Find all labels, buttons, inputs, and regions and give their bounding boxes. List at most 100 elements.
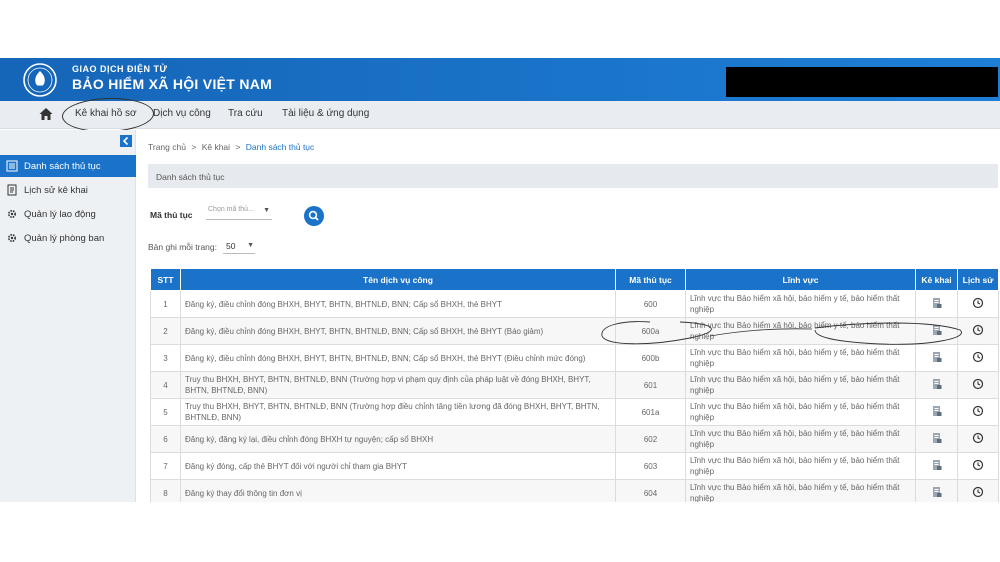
cell-ke-khai-action[interactable] [915,317,958,345]
cell-procedure-code: 600 [615,290,686,318]
col-ke-khai: Kê khai [915,268,958,291]
cell-stt: 3 [150,344,181,372]
records-per-page-value: 50 [226,241,236,251]
cell-field: Lĩnh vực thu Bảo hiểm xã hội, bảo hiểm y… [685,371,916,399]
cell-field: Lĩnh vực thu Bảo hiểm xã hội, bảo hiểm y… [685,452,916,480]
cell-stt: 5 [150,398,181,426]
history-clock-icon[interactable] [972,405,984,417]
col-ma-thu-tuc: Mã thủ tục [615,268,686,291]
cell-service-name[interactable]: Đăng ký, đăng ký lại, điều chỉnh đóng BH… [180,425,616,453]
procedures-table: STT Tên dịch vụ công Mã thủ tục Lĩnh vực… [150,268,999,502]
nav-tra-cuu[interactable]: Tra cứu [228,108,263,119]
declare-doc-icon[interactable] [931,297,943,309]
declare-doc-icon[interactable] [931,324,943,336]
table-row: 2 Đăng ký, điều chỉnh đóng BHXH, BHYT, BH… [150,317,999,345]
cell-stt: 2 [150,317,181,345]
history-clock-icon[interactable] [972,432,984,444]
breadcrumb-separator: > [235,142,241,152]
cell-procedure-code: 602 [615,425,686,453]
sidebar-item-danh-sach-thu-tuc[interactable]: Danh sách thủ tục [0,155,136,177]
nav-dich-vu-cong[interactable]: Dịch vụ công [153,108,211,119]
breadcrumb: Trang chủ > Kê khai > Danh sách thủ tục [148,142,314,152]
cell-service-name[interactable]: Đăng ký thay đổi thông tin đơn vị [180,479,616,502]
declare-doc-icon[interactable] [931,459,943,471]
sidebar: Danh sách thủ tục Lịch sử kê khai Quản l… [0,130,136,502]
gear-icon [7,209,17,219]
cell-history-action[interactable] [957,479,999,502]
cell-history-action[interactable] [957,452,999,480]
history-clock-icon[interactable] [972,297,984,309]
brand-subtitle: GIAO DỊCH ĐIỆN TỬ [72,64,168,74]
cell-procedure-code: 601a [615,398,686,426]
declare-doc-icon[interactable] [931,405,943,417]
cell-field: Lĩnh vực thu Bảo hiểm xã hội, bảo hiểm y… [685,344,916,372]
main-content: Trang chủ > Kê khai > Danh sách thủ tục … [148,130,999,502]
cell-ke-khai-action[interactable] [915,479,958,502]
caret-down-icon: ▼ [247,242,254,249]
history-clock-icon[interactable] [972,459,984,471]
cell-service-name[interactable]: Đăng ký đóng, cấp thẻ BHYT đối với người… [180,452,616,480]
cell-ke-khai-action[interactable] [915,398,958,426]
nav-tai-lieu-ung-dung[interactable]: Tài liệu & ứng dụng [282,108,369,119]
section-title: Danh sách thủ tục [148,164,998,188]
declare-doc-icon[interactable] [931,432,943,444]
cell-field: Lĩnh vực thu Bảo hiểm xã hội, bảo hiểm y… [685,290,916,318]
declare-doc-icon[interactable] [931,378,943,390]
history-clock-icon[interactable] [972,378,984,390]
history-clock-icon[interactable] [972,324,984,336]
cell-procedure-code: 604 [615,479,686,502]
cell-history-action[interactable] [957,317,999,345]
search-button[interactable] [304,206,324,226]
cell-stt: 1 [150,290,181,318]
breadcrumb-home[interactable]: Trang chủ [148,142,186,152]
header-bar: GIAO DỊCH ĐIỆN TỬ BẢO HIỂM XÃ HỘI VIỆT N… [0,58,1000,101]
cell-ke-khai-action[interactable] [915,290,958,318]
cell-procedure-code: 600b [615,344,686,372]
sidebar-item-lich-su-ke-khai[interactable]: Lịch sử kê khai [0,179,136,201]
cell-ke-khai-action[interactable] [915,425,958,453]
caret-down-icon: ▼ [263,207,270,214]
sidebar-item-label: Quản lý phòng ban [24,232,105,244]
cell-history-action[interactable] [957,344,999,372]
cell-service-name[interactable]: Đăng ký, điều chỉnh đóng BHXH, BHYT, BHT… [180,317,616,345]
home-icon[interactable] [38,106,54,122]
declare-doc-icon[interactable] [931,486,943,498]
gear-icon [7,233,17,243]
redacted-user-area [726,67,998,97]
table-row: 5 Truy thu BHXH, BHYT, BHTN, BHTNLĐ, BNN … [150,398,999,426]
cell-history-action[interactable] [957,371,999,399]
cell-service-name[interactable]: Đăng ký, điều chỉnh đóng BHXH, BHYT, BHT… [180,344,616,372]
cell-field: Lĩnh vực thu Bảo hiểm xã hội, bảo hiểm y… [685,479,916,502]
sidebar-item-quan-ly-lao-dong[interactable]: Quản lý lao động [0,203,136,225]
procedure-code-select[interactable]: Chọn mã thủ... ▼ [206,204,272,220]
cell-stt: 6 [150,425,181,453]
cell-ke-khai-action[interactable] [915,452,958,480]
cell-history-action[interactable] [957,398,999,426]
bhxh-logo [23,63,57,97]
cell-stt: 4 [150,371,181,399]
sidebar-item-label: Quản lý lao động [24,208,96,220]
cell-service-name[interactable]: Truy thu BHXH, BHYT, BHTN, BHTNLĐ, BNN (… [180,371,616,399]
table-header-row: STT Tên dịch vụ công Mã thủ tục Lĩnh vực… [150,268,999,291]
table-row: 7 Đăng ký đóng, cấp thẻ BHYT đối với ngườ… [150,452,999,480]
cell-ke-khai-action[interactable] [915,371,958,399]
cell-field: Lĩnh vực thu Bảo hiểm xã hội, bảo hiểm y… [685,317,916,345]
table-row: 1 Đăng ký, điều chỉnh đóng BHXH, BHYT, BH… [150,290,999,318]
history-clock-icon[interactable] [972,351,984,363]
sidebar-item-quan-ly-phong-ban[interactable]: Quản lý phòng ban [0,227,136,249]
records-per-page-select[interactable]: 50 ▼ [223,238,255,254]
history-clock-icon[interactable] [972,486,984,498]
declare-doc-icon[interactable] [931,351,943,363]
cell-stt: 7 [150,452,181,480]
cell-ke-khai-action[interactable] [915,344,958,372]
breadcrumb-ke-khai[interactable]: Kê khai [202,142,230,152]
brand-title: BẢO HIỂM XÃ HỘI VIỆT NAM [72,76,273,92]
records-per-page-label: Bản ghi mỗi trang: [148,242,217,252]
cell-history-action[interactable] [957,290,999,318]
table-row: 4 Truy thu BHXH, BHYT, BHTN, BHTNLĐ, BNN … [150,371,999,399]
cell-service-name[interactable]: Đăng ký, điều chỉnh đóng BHXH, BHYT, BHT… [180,290,616,318]
cell-service-name[interactable]: Truy thu BHXH, BHYT, BHTN, BHTNLĐ, BNN (… [180,398,616,426]
search-icon [308,210,319,221]
sidebar-collapse-button[interactable] [120,135,132,147]
cell-history-action[interactable] [957,425,999,453]
